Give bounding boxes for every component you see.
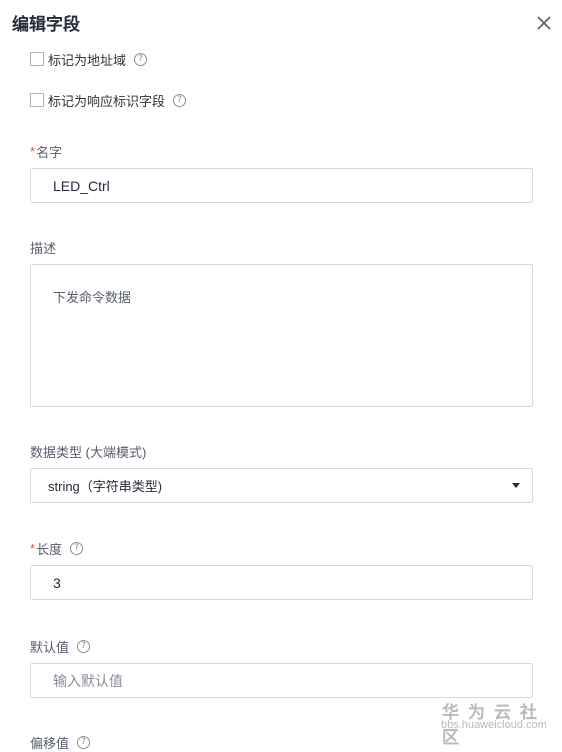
default-value-input[interactable]: 输入默认值 (30, 663, 533, 698)
description-textarea[interactable]: 下发命令数据 (30, 264, 533, 407)
data-type-select[interactable]: string（字符串类型) (30, 468, 533, 503)
help-icon[interactable]: ? (173, 93, 187, 107)
watermark-url: bbs.huaweicloud.com (441, 719, 547, 731)
address-field-checkbox-label: 标记为地址域 (48, 52, 127, 68)
help-icon[interactable]: ? (77, 640, 91, 653)
response-flag-checkbox-label: 标记为响应标识字段 (48, 93, 166, 109)
required-mark: * (30, 144, 36, 159)
name-input[interactable]: LED_Ctrl (30, 168, 533, 203)
dialog-title: 编辑字段 (12, 15, 80, 34)
offset-label: 偏移值 ? (30, 733, 91, 752)
name-input-value: LED_Ctrl (53, 177, 110, 194)
offset-label-text: 偏移值 (30, 736, 70, 751)
close-icon[interactable] (535, 14, 553, 32)
length-label: * 长度 ? (30, 539, 84, 558)
length-label-text: 长度 (36, 542, 63, 557)
default-value-placeholder: 输入默认值 (53, 672, 123, 689)
response-flag-checkbox[interactable] (30, 93, 44, 107)
default-value-label-text: 默认值 (30, 640, 70, 655)
length-input-value: 3 (53, 574, 61, 591)
help-icon[interactable]: ? (77, 736, 91, 749)
name-label-text: 名字 (36, 145, 63, 160)
default-value-label: 默认值 ? (30, 637, 91, 656)
required-mark: * (30, 541, 36, 556)
data-type-selected-value: string（字符串类型) (48, 479, 163, 494)
address-field-checkbox[interactable] (30, 52, 44, 66)
name-label: * 名字 (30, 142, 62, 161)
description-label: 描述 (30, 241, 57, 256)
address-field-checkbox-row[interactable]: 标记为地址域 ? (30, 49, 148, 69)
chevron-down-icon (512, 483, 520, 488)
data-type-label: 数据类型 (大端模式) (30, 445, 147, 460)
description-value: 下发命令数据 (53, 290, 132, 305)
length-input[interactable]: 3 (30, 565, 533, 600)
response-flag-checkbox-row[interactable]: 标记为响应标识字段 ? (30, 90, 187, 110)
help-icon[interactable]: ? (70, 542, 84, 555)
help-icon[interactable]: ? (134, 52, 148, 66)
